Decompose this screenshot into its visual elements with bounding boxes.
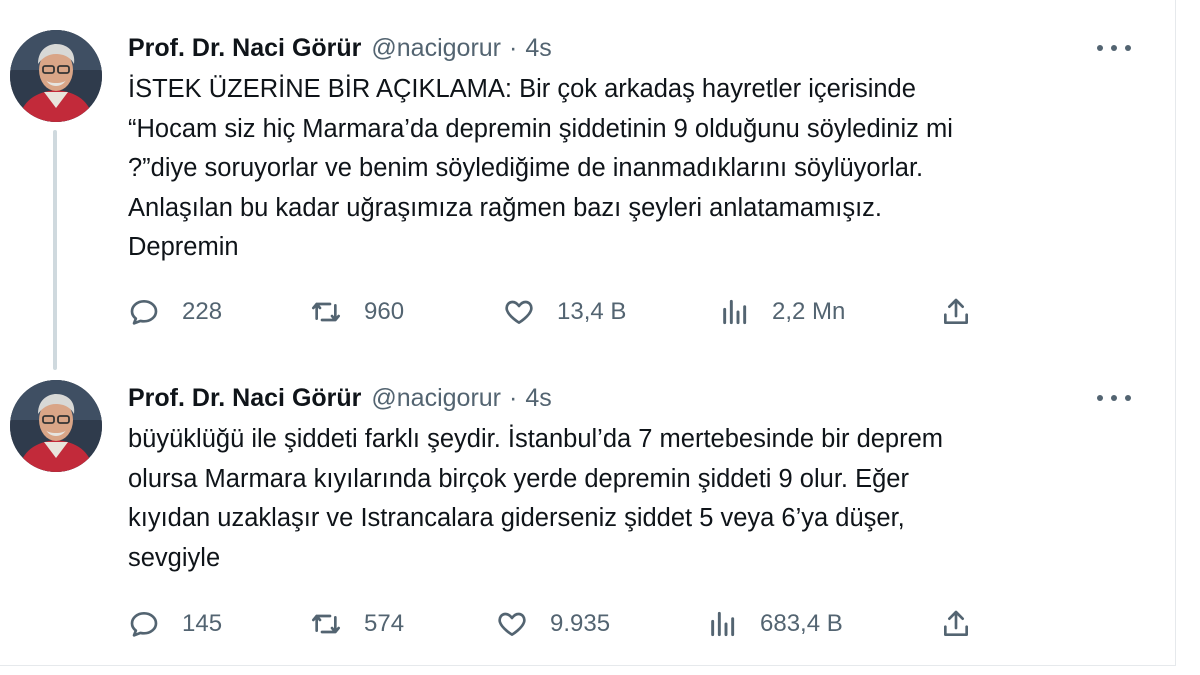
- author-name[interactable]: Prof. Dr. Naci Görür: [128, 384, 361, 413]
- tweet-header: Prof. Dr. Naci Görür @nacigorur · 4s: [128, 30, 552, 66]
- more-icon-dot: [1097, 45, 1103, 51]
- like-count: 13,4 B: [557, 298, 627, 325]
- retweet-icon: [312, 302, 340, 322]
- tweet-text-line: ?”diye soruyorlar ve benim söylediğime d…: [128, 154, 924, 182]
- author-name[interactable]: Prof. Dr. Naci Görür: [128, 34, 361, 63]
- more-icon-dot: [1125, 45, 1131, 51]
- like-icon: [505, 300, 533, 324]
- retweet-count: 960: [364, 298, 405, 325]
- reply-count: 228: [182, 298, 223, 325]
- share-icon: [944, 610, 968, 636]
- tweet-text-line: olursa Marmara kıyılarında birçok yerde …: [128, 464, 909, 493]
- avatar[interactable]: [10, 30, 102, 122]
- more-icon-dot: [1111, 45, 1117, 51]
- tweet-text-line: Depremin: [128, 233, 239, 261]
- avatar[interactable]: [10, 380, 102, 472]
- tweet-text-line: kıyıdan uzaklaşır ve Istrancalara giders…: [128, 504, 905, 532]
- tweet-text-line: “Hocam siz hiç Marmara’da depremin şidde…: [128, 114, 953, 143]
- more-options-button[interactable]: [1097, 36, 1131, 60]
- more-icon-dot: [1111, 395, 1117, 401]
- tweet-text-line: Anlaşılan bu kadar uğraşımıza rağmen baz…: [128, 193, 883, 222]
- like-icon: [498, 612, 526, 636]
- reply-icon: [130, 612, 158, 637]
- author-handle[interactable]: @nacigorur: [371, 384, 501, 413]
- retweet-count: 574: [364, 610, 405, 637]
- views-button[interactable]: 683,4 B: [706, 604, 843, 644]
- tweet-text-line: İSTEK ÜZERİNE BİR AÇIKLAMA: Bir çok arka…: [128, 75, 916, 103]
- views-icon: [723, 299, 747, 325]
- retweet-button[interactable]: 960: [310, 292, 404, 332]
- thread-connector-line: [53, 130, 57, 370]
- separator-dot: ·: [509, 33, 518, 62]
- like-button[interactable]: 13,4 B: [503, 292, 626, 332]
- tweet-thread: Prof. Dr. Naci Görür @nacigorur · 4s İST…: [0, 0, 1176, 666]
- tweet-text-line: sevgiyle: [128, 543, 221, 572]
- retweet-button[interactable]: 574: [310, 604, 404, 644]
- tweet-header: Prof. Dr. Naci Görür @nacigorur · 4s: [128, 380, 552, 416]
- retweet-icon: [312, 614, 340, 634]
- more-icon-dot: [1097, 395, 1103, 401]
- like-count: 9.935: [550, 610, 611, 637]
- share-button[interactable]: [940, 292, 972, 332]
- tweet-actions: 228 960 13,4 B 2,2 Mn: [128, 292, 988, 332]
- tweet-text: büyüklüğü ile şiddeti farklı şeydir. İst…: [128, 420, 1138, 578]
- views-button[interactable]: 2,2 Mn: [718, 292, 845, 332]
- views-count: 2,2 Mn: [772, 298, 846, 325]
- tweet-text: İSTEK ÜZERİNE BİR AÇIKLAMA: Bir çok arka…: [128, 70, 1138, 268]
- more-options-button[interactable]: [1097, 386, 1131, 410]
- author-handle[interactable]: @nacigorur: [371, 34, 501, 63]
- more-icon-dot: [1125, 395, 1131, 401]
- tweet-actions: 145 574 9.935 683,4 B: [128, 604, 988, 644]
- reply-button[interactable]: 228: [128, 292, 222, 332]
- separator-dot: ·: [509, 383, 518, 412]
- reply-button[interactable]: 145: [128, 604, 222, 644]
- share-button[interactable]: [940, 604, 972, 644]
- reply-count: 145: [182, 610, 223, 637]
- tweet-time[interactable]: 4s: [525, 34, 551, 63]
- share-icon: [944, 298, 968, 324]
- like-button[interactable]: 9.935: [496, 604, 610, 644]
- views-icon: [711, 611, 735, 637]
- views-count: 683,4 B: [760, 610, 843, 637]
- tweet-time[interactable]: 4s: [525, 384, 551, 413]
- tweet-text-line: büyüklüğü ile şiddeti farklı şeydir. İst…: [128, 425, 944, 453]
- reply-icon: [130, 300, 158, 325]
